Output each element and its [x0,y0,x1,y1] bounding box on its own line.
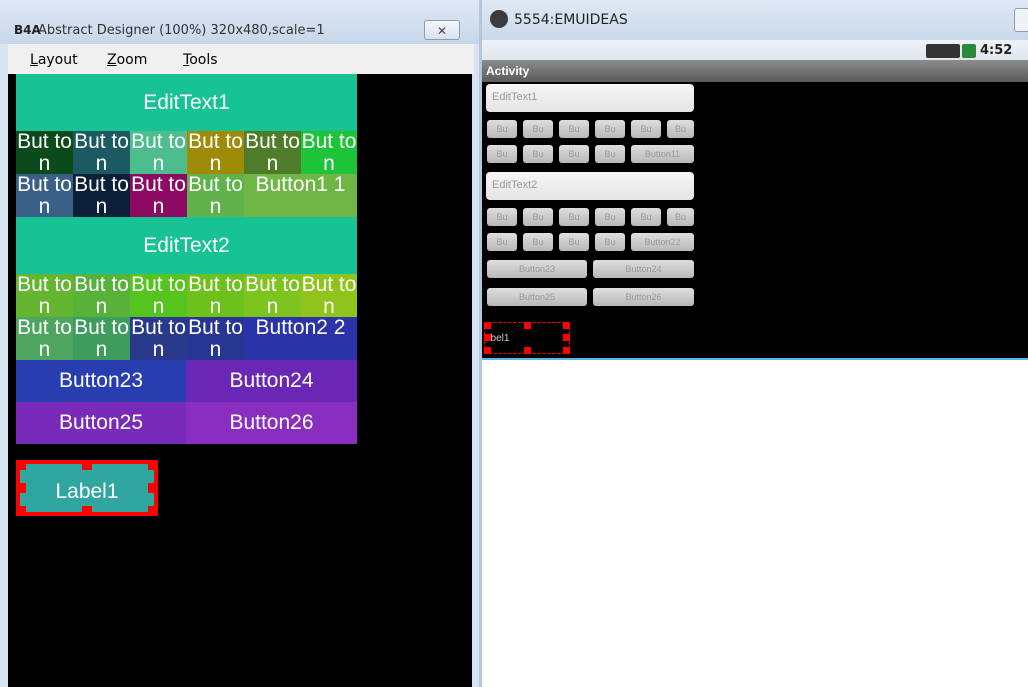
designer-canvas: EditText1 But ton But ton But ton But to… [8,74,472,687]
emu-button22[interactable]: Button22 [631,233,694,251]
emu-button-21[interactable]: Bu [595,233,625,251]
emu-handle-bottom-right[interactable] [563,347,570,354]
emu-button-10[interactable]: Bu [595,145,625,163]
designer-button-12[interactable]: But ton [16,274,73,317]
android-icon [490,10,508,28]
designer-edittext2[interactable]: EditText2 [16,217,357,274]
designer-button-7[interactable]: But ton [16,174,73,217]
resize-handle-bottom[interactable] [82,506,92,516]
emu-button-6[interactable]: Bu [667,120,694,138]
designer-button-6[interactable]: But ton [301,131,357,174]
designer-button-2[interactable]: But ton [73,131,130,174]
menu-zoom[interactable]: Zoom [107,52,147,68]
designer-window-title: Abstract Designer (100%) 320x480,scale=1 [38,23,325,38]
resize-handle-top-right[interactable] [148,460,158,470]
emu-handle-top[interactable] [524,322,531,329]
designer-button-22[interactable]: Button2 2 [244,317,357,360]
resize-handle-bottom-right[interactable] [148,506,158,516]
emu-handle-bottom-left[interactable] [484,347,491,354]
designer-button-13[interactable]: But ton [73,274,130,317]
emu-edittext1[interactable]: EditText1 [486,84,694,112]
emu-button-9[interactable]: Bu [559,145,589,163]
resize-handle-right[interactable] [148,483,158,493]
minimize-icon[interactable] [1014,8,1028,32]
designer-button-19[interactable]: But ton [73,317,130,360]
emulator-bottom-border [482,358,1028,360]
designer-button-18[interactable]: But ton [16,317,73,360]
designer-button-5[interactable]: But ton [244,131,301,174]
emu-button-13[interactable]: Bu [523,208,553,226]
emu-button26[interactable]: Button26 [593,288,694,306]
emu-handle-bottom[interactable] [524,347,531,354]
emu-button-18[interactable]: Bu [487,233,517,251]
emu-button-17[interactable]: Bu [667,208,694,226]
resize-handle-top[interactable] [82,460,92,470]
emu-handle-right[interactable] [563,334,570,341]
activity-title-bar [482,60,1028,82]
designer-button-3[interactable]: But ton [130,131,187,174]
designer-button-21[interactable]: But ton [187,317,244,360]
emu-button-4[interactable]: Bu [595,120,625,138]
emu-button-16[interactable]: Bu [631,208,661,226]
signal-icon [926,44,960,58]
emu-button11[interactable]: Button11 [631,145,694,163]
abstract-designer-window: B4A Abstract Designer (100%) 320x480,sca… [0,0,482,687]
resize-handle-bottom-left[interactable] [16,506,26,516]
emu-button-7[interactable]: Bu [487,145,517,163]
designer-button-9[interactable]: But ton [130,174,187,217]
designer-button-4[interactable]: But ton [187,131,244,174]
emu-button23[interactable]: Button23 [487,260,587,278]
resize-handle-top-left[interactable] [16,460,26,470]
emu-handle-top-left[interactable] [484,322,491,329]
designer-button-17[interactable]: But ton [301,274,357,317]
designer-button26[interactable]: Button26 [186,402,357,444]
emu-button-2[interactable]: Bu [523,120,553,138]
emu-button24[interactable]: Button24 [593,260,694,278]
emu-handle-top-right[interactable] [563,322,570,329]
designer-menu-bar: Layout Zoom Tools [8,44,474,74]
activity-title: Activity [486,64,530,78]
b4a-logo: B4A [14,23,41,37]
emu-button-15[interactable]: Bu [595,208,625,226]
emu-handle-left[interactable] [484,334,491,341]
designer-button25[interactable]: Button25 [16,402,186,444]
menu-layout[interactable]: Layout [30,52,78,68]
designer-button24[interactable]: Button24 [186,360,357,402]
status-clock: 4:52 [980,43,1013,58]
designer-button-1[interactable]: But ton [16,131,73,174]
designer-button-10[interactable]: But ton [187,174,244,217]
designer-edittext1[interactable]: EditText1 [16,74,357,131]
emulator-window-title: 5554:EMUIDEAS [514,12,628,28]
emu-button-19[interactable]: Bu [523,233,553,251]
emu-button-8[interactable]: Bu [523,145,553,163]
emu-button-20[interactable]: Bu [559,233,589,251]
close-icon[interactable]: ✕ [424,20,460,40]
emu-button-12[interactable]: Bu [487,208,517,226]
designer-button-11[interactable]: Button1 1 [244,174,357,217]
designer-button-20[interactable]: But ton [130,317,187,360]
emu-edittext2[interactable]: EditText2 [486,172,694,200]
emu-button-3[interactable]: Bu [559,120,589,138]
designer-button-16[interactable]: But ton [244,274,301,317]
emu-button-1[interactable]: Bu [487,120,517,138]
emu-button25[interactable]: Button25 [487,288,587,306]
designer-button23[interactable]: Button23 [16,360,186,402]
android-emulator-window: 5554:EMUIDEAS 4:52 Activity EditText1 Bu… [482,0,1028,360]
resize-handle-left[interactable] [16,483,26,493]
emulator-screen: EditText1 Bu Bu Bu Bu Bu Bu Bu Bu Bu Bu … [482,82,1028,358]
designer-button-15[interactable]: But ton [187,274,244,317]
battery-icon [962,44,976,58]
designer-button-8[interactable]: But ton [73,174,130,217]
designer-button-14[interactable]: But ton [130,274,187,317]
menu-tools[interactable]: Tools [183,52,218,68]
emu-button-5[interactable]: Bu [631,120,661,138]
emu-button-14[interactable]: Bu [559,208,589,226]
